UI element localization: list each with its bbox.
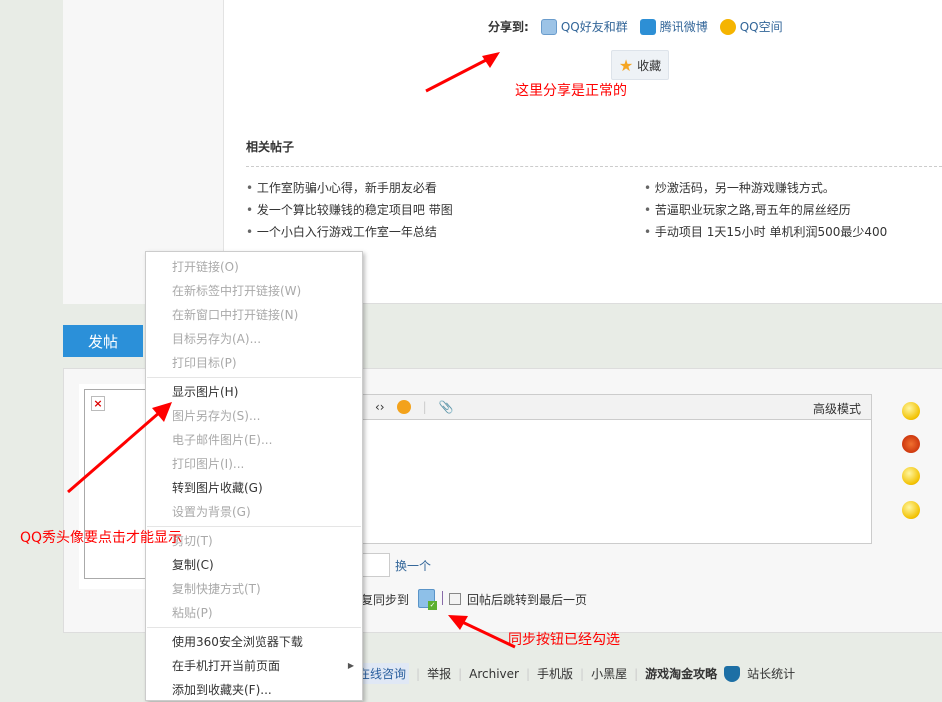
- annotation-arrow-avatar: [67, 402, 172, 494]
- share-tencent-weibo[interactable]: 腾讯微博: [639, 18, 708, 35]
- favorite-label: 收藏: [637, 58, 662, 73]
- code-icon[interactable]: ‹›: [375, 400, 385, 414]
- thinking-emoji-icon[interactable]: [902, 467, 920, 485]
- menu-item-set-background[interactable]: 设置为背景(G): [146, 500, 362, 524]
- toolbar-divider: |: [422, 400, 427, 414]
- archiver-link[interactable]: Archiver: [469, 667, 519, 681]
- favorite-button[interactable]: ★ 收藏: [611, 50, 669, 80]
- jump-last-page-checkbox[interactable]: [449, 593, 461, 605]
- smiley-icon[interactable]: [902, 402, 920, 420]
- share-qq-friends[interactable]: QQ好友和群: [540, 18, 628, 35]
- related-post-link[interactable]: 一个小白入行游戏工作室一年总结: [246, 223, 437, 240]
- annotation-sync-checked: 同步按钮已经勾选: [508, 632, 620, 648]
- happy-emoji-icon[interactable]: [902, 501, 920, 519]
- menu-item-copy[interactable]: 复制(C): [146, 553, 362, 577]
- attachment-icon[interactable]: 📎: [439, 400, 454, 414]
- checked-icon: ✓: [428, 601, 437, 610]
- blackroom-link[interactable]: 小黑屋: [591, 665, 627, 682]
- related-posts-title: 相关帖子: [246, 140, 295, 154]
- related-post-link[interactable]: 发一个算比较赚钱的稳定项目吧 带图: [246, 201, 453, 218]
- share-qzone[interactable]: QQ空间: [719, 18, 783, 35]
- footer-links: 在线咨询 | 举报 | Archiver | 手机版 | 小黑屋 | 游戏淘金攻略 站长统…: [355, 663, 795, 684]
- submenu-arrow-icon: ▶: [347, 661, 354, 670]
- menu-item-label: 在手机打开当前页面: [172, 659, 281, 673]
- menu-item-open-new-tab[interactable]: 在新标签中打开链接(W): [146, 279, 362, 303]
- jump-last-page-label: 回帖后跳转到最后一页: [467, 593, 588, 607]
- tab-post[interactable]: 发帖: [63, 325, 143, 357]
- menu-item-print-target[interactable]: 打印目标(P): [146, 351, 362, 375]
- sync-label: 复同步到: [361, 593, 410, 607]
- menu-item-open-link[interactable]: 打开链接(O): [146, 255, 362, 279]
- shield-icon: [724, 665, 741, 682]
- mobile-link[interactable]: 手机版: [537, 665, 573, 682]
- divider: [246, 166, 942, 167]
- related-post-link[interactable]: 手动项目 1天15小时 单机利润500最少400: [644, 223, 887, 240]
- annotation-avatar-note: QQ秀头像要点击才能显示: [20, 530, 183, 546]
- share-bar: 分享到: QQ好友和群 腾讯微博 QQ空间: [488, 18, 783, 35]
- share-label: 分享到:: [488, 20, 529, 34]
- menu-item-open-new-window[interactable]: 在新窗口中打开链接(N): [146, 303, 362, 327]
- site-stats-link[interactable]: 站长统计: [747, 665, 795, 682]
- tencent-weibo-icon: [639, 18, 656, 35]
- menu-separator: [147, 377, 361, 378]
- annotation-share-ok: 这里分享是正常的: [515, 83, 627, 99]
- annotation-arrow-share: [425, 52, 500, 93]
- menu-item-copy-shortcut[interactable]: 复制快捷方式(T): [146, 577, 362, 601]
- menu-separator: [147, 627, 361, 628]
- qzone-star-icon: [719, 18, 736, 35]
- related-post-link[interactable]: 苦逼职业玩家之路,哥五年的屌丝经历: [644, 201, 851, 218]
- menu-item-paste[interactable]: 粘贴(P): [146, 601, 362, 625]
- share-qq-friends-label: QQ好友和群: [560, 20, 628, 34]
- menu-item-open-on-phone[interactable]: 在手机打开当前页面 ▶: [146, 654, 362, 678]
- editor-toolbar: ‹› | 📎 高级模式: [340, 394, 872, 420]
- qq-weibo-sync-toggle[interactable]: ✓: [418, 589, 437, 610]
- related-post-link[interactable]: 工作室防骗小心得，新手朋友必看: [246, 179, 437, 196]
- menu-item-save-target[interactable]: 目标另存为(A)...: [146, 327, 362, 351]
- star-icon: ★: [618, 55, 634, 75]
- advanced-mode-link[interactable]: 高级模式: [813, 400, 861, 417]
- menu-item-add-favorites[interactable]: 添加到收藏夹(F)...: [146, 678, 362, 702]
- angry-emoji-icon[interactable]: [902, 435, 920, 453]
- share-weibo-label: 腾讯微博: [659, 20, 708, 34]
- qq-penguin-icon: [540, 18, 557, 35]
- menu-item-360-download[interactable]: 使用360安全浏览器下载: [146, 630, 362, 654]
- divider: [442, 591, 443, 605]
- share-qzone-label: QQ空间: [739, 20, 783, 34]
- site-brand-link[interactable]: 游戏淘金攻略: [645, 665, 717, 682]
- online-consult-link[interactable]: 在线咨询: [355, 663, 410, 684]
- report-link[interactable]: 举报: [427, 665, 451, 682]
- related-post-link[interactable]: 炒激活码，另一种游戏赚钱方式。: [644, 179, 835, 196]
- emoji-icon[interactable]: [396, 400, 411, 414]
- change-captcha-link[interactable]: 换一个: [395, 557, 431, 574]
